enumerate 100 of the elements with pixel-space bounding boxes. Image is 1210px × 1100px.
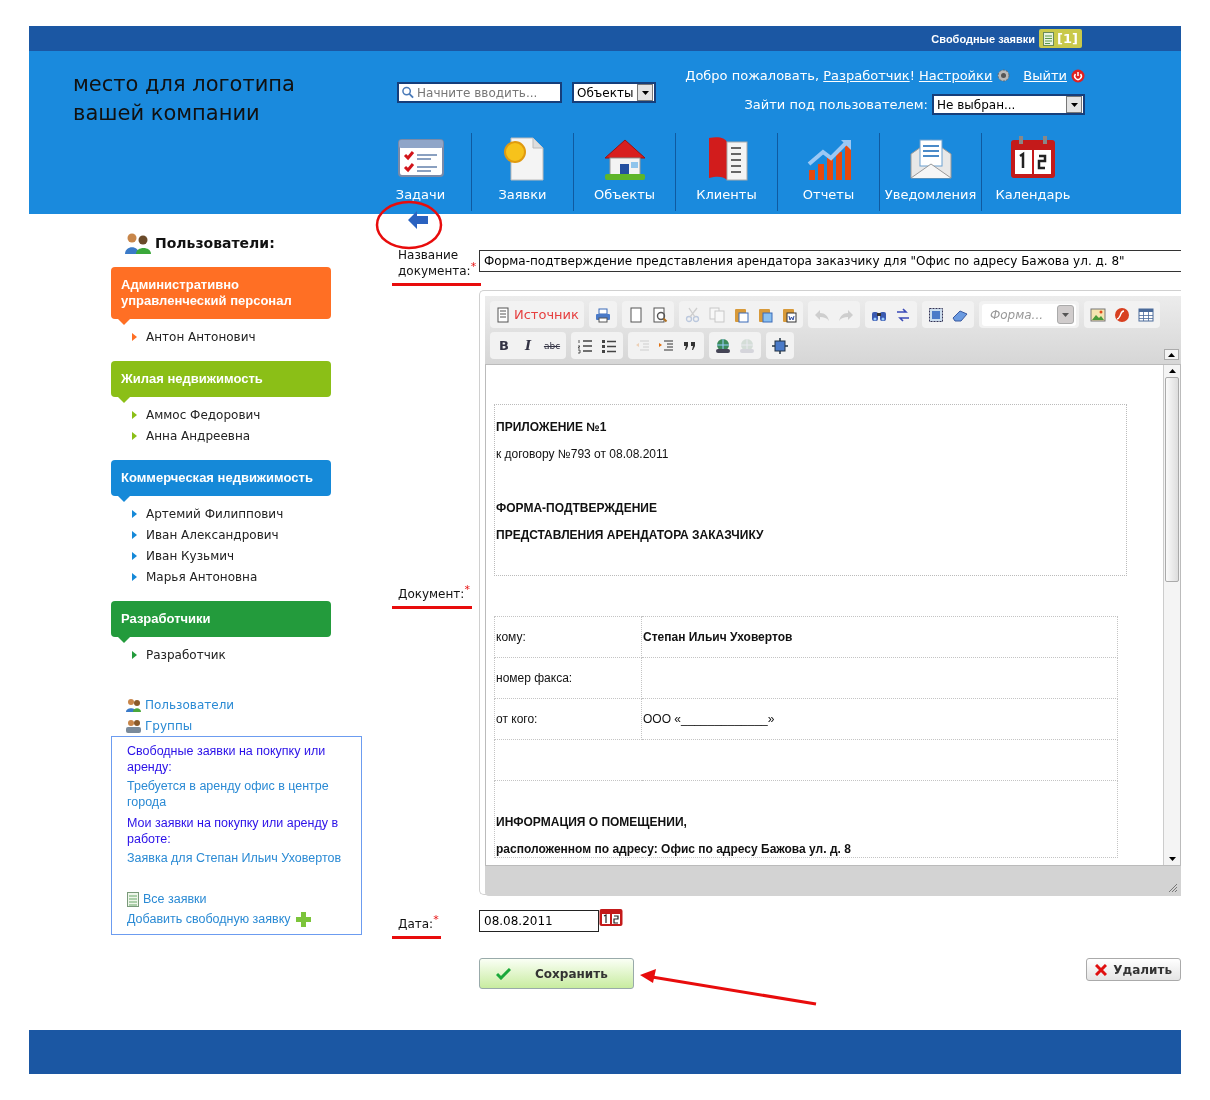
user-link[interactable]: Разработчик: [823, 68, 910, 83]
globe-chain-icon: [715, 337, 731, 354]
back-arrow-icon: [408, 211, 428, 229]
sidebar-link[interactable]: Группы: [145, 719, 193, 733]
search-icon: [402, 86, 414, 99]
swap-arrows-icon: [894, 306, 911, 323]
calendar-icon[interactable]: [599, 907, 623, 926]
required-mark: *: [464, 583, 470, 596]
group-header[interactable]: Административно управленческий персонал: [111, 267, 331, 319]
outdent-icon: [634, 337, 650, 354]
member-link[interactable]: Марья Антоновна: [146, 569, 258, 584]
member-link[interactable]: Иван Александрович: [146, 527, 279, 542]
group-header[interactable]: Коммерческая недвижимость: [111, 460, 331, 496]
numbered-list-icon: [577, 337, 593, 354]
bullet-icon: [132, 332, 137, 341]
add-request-link[interactable]: Добавить свободную заявку: [127, 911, 291, 927]
table-icon: [1137, 306, 1154, 323]
pointer-tip: [118, 397, 130, 403]
member-link[interactable]: Артемий Филиппович: [146, 506, 284, 521]
bullet-icon: [132, 650, 137, 659]
caret-icon: [641, 90, 649, 95]
printer-icon: [594, 306, 611, 323]
logout-link[interactable]: Выйти: [1023, 68, 1067, 83]
required-mark: *: [470, 260, 477, 273]
scissors-icon: [684, 306, 701, 323]
logo-placeholder-text: место для логотипа вашей компании: [73, 71, 296, 127]
document-text: ПРИЛОЖЕНИЕ №1: [496, 419, 608, 435]
member-link[interactable]: Анна Андреевна: [146, 428, 251, 443]
sidebar-link[interactable]: Пользователи: [145, 698, 235, 712]
bullet-icon: [132, 410, 137, 419]
target-square-icon: [772, 337, 788, 354]
member-link[interactable]: Разработчик: [146, 647, 226, 662]
group-header[interactable]: Жилая недвижимость: [111, 361, 331, 397]
nav-item[interactable]: Заявки: [472, 133, 574, 211]
nav-item[interactable]: Календарь: [982, 133, 1084, 211]
checkmark-icon: [496, 967, 511, 980]
flash-icon: [1113, 306, 1130, 323]
user-dropdown[interactable]: Не выбран...: [932, 94, 1085, 115]
request-link[interactable]: Заявка для Степан Ильич Уховертов: [127, 850, 351, 866]
clipboard-icon: [732, 306, 749, 323]
collapse-toolbar-button[interactable]: [1164, 349, 1179, 360]
picture-icon: [1089, 306, 1106, 323]
request-link[interactable]: Требуется в аренду офис в центре города: [127, 778, 351, 810]
source-button[interactable]: Источник: [493, 303, 581, 326]
scope-dropdown[interactable]: Объекты: [572, 82, 657, 103]
group-header[interactable]: Разработчики: [111, 601, 331, 637]
nav-item[interactable]: Уведомления: [880, 133, 982, 211]
scrollbar[interactable]: [1163, 365, 1180, 865]
settings-icon: [996, 68, 1012, 83]
caret-icon: [1168, 369, 1176, 373]
document-text: расположенном по адресу: Офис по адресу Бажова ул. д. 8: [496, 841, 852, 857]
free-requests-link[interactable]: Свободные заявки: [931, 32, 1036, 45]
format-dropdown[interactable]: Форма...: [981, 303, 1076, 326]
member-link[interactable]: Аммос Федорович: [146, 407, 261, 422]
power-icon: [1071, 68, 1085, 83]
spreadsheet-icon: [1043, 31, 1055, 46]
field-label: Документ:: [398, 587, 465, 601]
all-requests-link[interactable]: Все заявки: [143, 891, 207, 907]
document-icon: [495, 306, 511, 323]
delete-button[interactable]: Удалить: [1086, 958, 1181, 981]
pointer-tip: [118, 496, 130, 502]
bullet-icon: [132, 551, 137, 560]
bold-button[interactable]: B: [493, 334, 515, 357]
strike-button[interactable]: abc: [541, 334, 563, 357]
nav-item[interactable]: Отчеты: [778, 133, 880, 211]
annotation-circle: [374, 200, 444, 250]
sidebar-title: Пользователи:: [155, 235, 275, 251]
section-heading: Мои заявки на покупку или аренду в работе:: [127, 815, 340, 847]
copy-icon: [708, 306, 725, 323]
document-title-field[interactable]: Форма-подтверждение представления арендатора заказчику для "Офис по адресу Бажова ул. д. 8": [479, 250, 1181, 272]
date-field[interactable]: 08.08.2011: [479, 910, 599, 932]
close-icon: [1095, 963, 1108, 976]
bulleted-list-icon: [601, 337, 617, 354]
search-field[interactable]: Начните вводить...: [397, 82, 562, 103]
bullet-icon: [132, 572, 137, 581]
bullet-icon: [132, 530, 137, 539]
table-cell: Степан Ильич Уховертов: [641, 616, 1118, 658]
member-link[interactable]: Иван Кузьмич: [146, 548, 235, 563]
table-cell: номер факса:: [494, 657, 642, 699]
nav-item[interactable]: Задачи: [370, 133, 472, 211]
magnifier-page-icon: [651, 306, 668, 323]
bullet-icon: [132, 431, 137, 440]
group-icon: [125, 718, 142, 734]
member-link[interactable]: Антон Антонович: [146, 329, 256, 344]
nav-item[interactable]: Клиенты: [676, 133, 778, 211]
save-button[interactable]: Сохранить: [479, 958, 634, 989]
settings-link[interactable]: Настройки: [918, 68, 993, 83]
document-text: ИНФОРМАЦИЯ О ПОМЕЩЕНИИ,: [496, 814, 688, 830]
required-mark: *: [433, 913, 439, 926]
bullet-icon: [132, 509, 137, 518]
document-text: к договору №793 от 08.08.2011: [496, 446, 670, 462]
caret-icon: [1168, 352, 1175, 357]
dashed-square-icon: [927, 306, 944, 323]
pointer-tip: [118, 319, 130, 325]
spreadsheet-icon: [127, 891, 139, 907]
clipboard-icon: [756, 306, 773, 323]
caret-icon: [1168, 857, 1176, 861]
caret-icon: [1070, 102, 1078, 107]
nav-item[interactable]: Объекты: [574, 133, 676, 211]
italic-button[interactable]: I: [517, 334, 539, 357]
